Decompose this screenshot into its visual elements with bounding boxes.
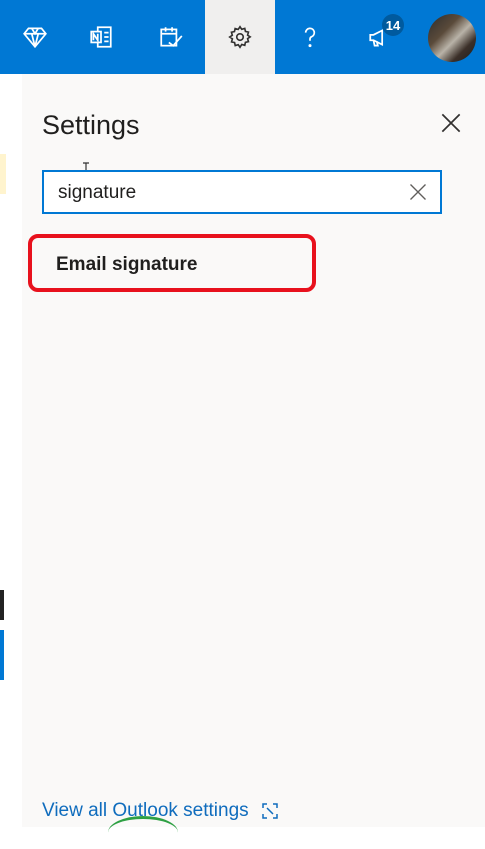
- close-icon[interactable]: [438, 110, 464, 136]
- background-image-fragment: [0, 630, 4, 680]
- diamond-icon: [23, 27, 47, 49]
- background-logo-fragment: [108, 816, 178, 849]
- clear-search-icon[interactable]: [408, 182, 428, 202]
- settings-title: Settings: [42, 110, 140, 140]
- onenote-icon: [90, 26, 112, 48]
- top-toolbar: 14: [0, 0, 485, 74]
- search-result-email-signature[interactable]: Email signature: [28, 234, 316, 292]
- help-button[interactable]: [275, 0, 345, 74]
- search-result-label: Email signature: [56, 254, 198, 275]
- feedback-button[interactable]: [345, 0, 415, 74]
- expand-icon: [261, 803, 278, 819]
- premium-button[interactable]: [0, 0, 70, 74]
- background-image-fragment: [0, 590, 4, 620]
- notification-badge: 14: [382, 14, 404, 36]
- todo-button[interactable]: [136, 0, 206, 74]
- onenote-button[interactable]: [66, 0, 136, 74]
- settings-panel: Settings Email signature View all Outloo…: [22, 74, 485, 827]
- background-highlight: [0, 154, 6, 194]
- settings-search-input[interactable]: [56, 178, 400, 208]
- background-page: [0, 74, 22, 827]
- settings-button[interactable]: [205, 0, 275, 74]
- gear-icon: [228, 25, 252, 49]
- settings-search-box[interactable]: [42, 170, 442, 214]
- help-icon: [304, 27, 316, 48]
- todo-icon: [160, 27, 183, 47]
- avatar[interactable]: [428, 14, 476, 62]
